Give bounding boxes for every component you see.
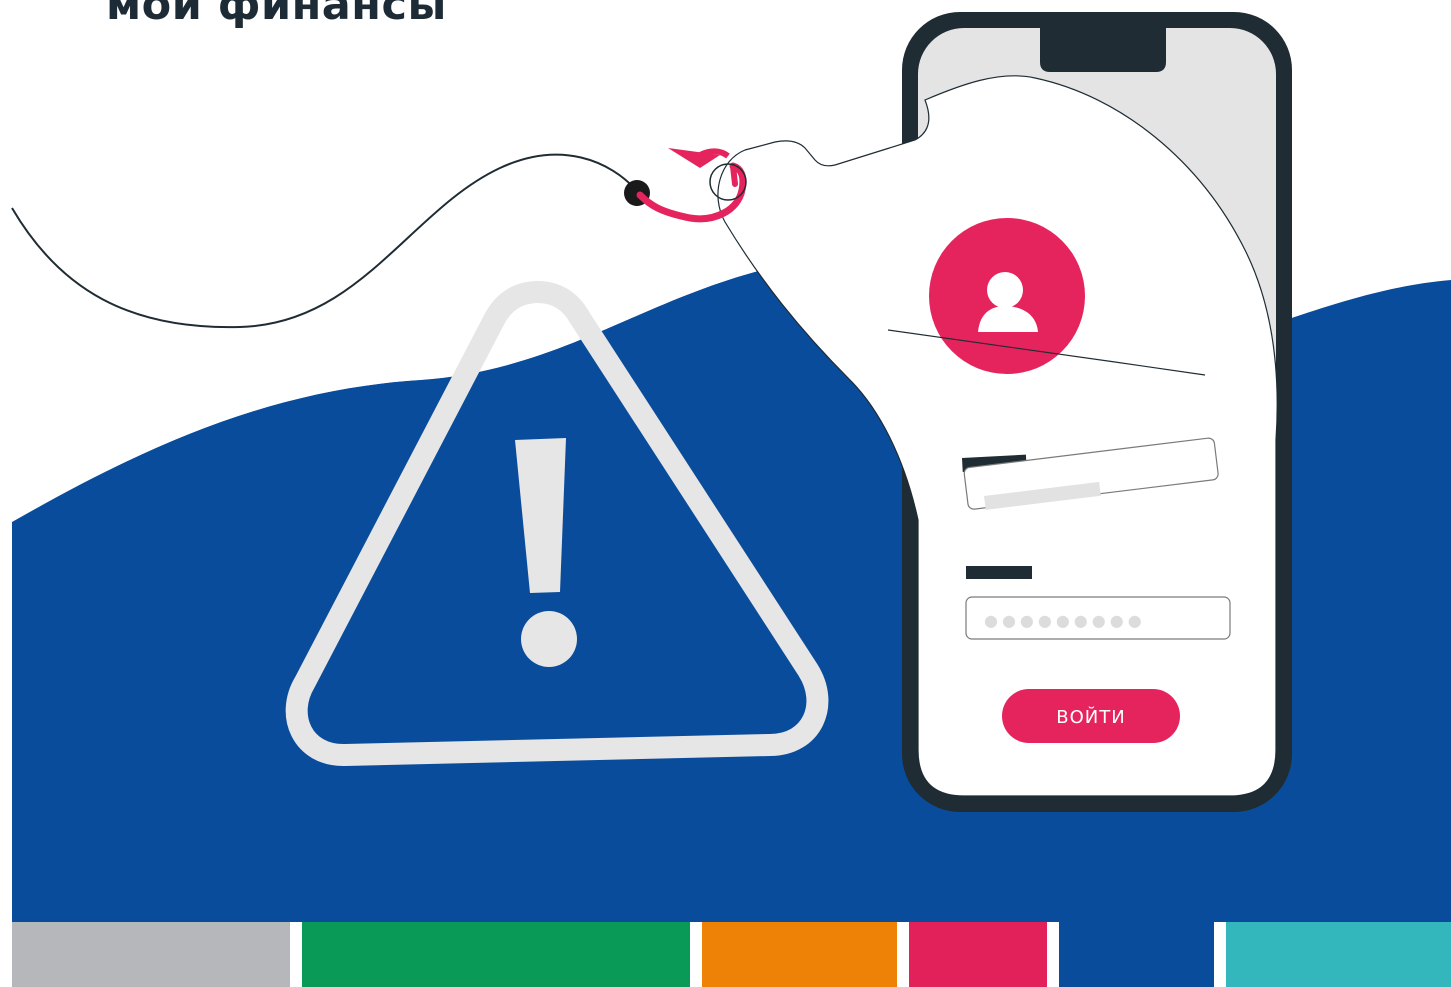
password-field[interactable]: ●●●●●●●●● [965,596,1231,640]
page-canvas: ●●●●●●●●● ВОЙТИ мои финансы [0,0,1451,987]
login-button-label: ВОЙТИ [1056,706,1125,728]
user-avatar-icon [929,218,1085,374]
login-button[interactable]: ВОЙТИ [1002,689,1180,743]
illustration-scene: ●●●●●●●●● ВОЙТИ [11,0,1451,922]
phone-notch [1040,28,1166,72]
password-field-label-bar [966,566,1032,579]
stripe-pink [909,922,1047,987]
stripe-blue [1059,922,1214,987]
stripe-gray [12,922,290,987]
brand-color-stripe [12,922,1451,987]
brand-title: мои финансы [106,0,447,30]
stripe-teal [1226,922,1451,987]
stripe-green [302,922,690,987]
password-mask-text: ●●●●●●●●● [984,611,1146,630]
warning-exclamation-dot [521,611,577,667]
stripe-orange [702,922,897,987]
